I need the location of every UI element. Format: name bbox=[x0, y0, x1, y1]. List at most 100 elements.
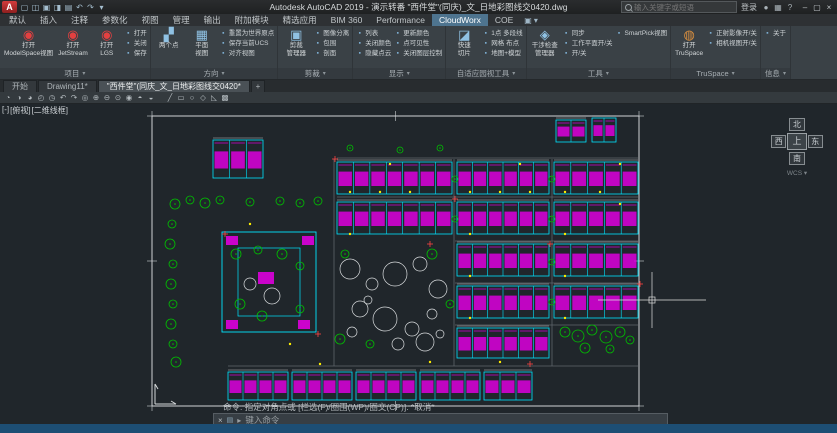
ribbon-small-button[interactable]: ▪工作平面开/关 bbox=[563, 39, 613, 48]
ribbon-small-button[interactable]: ▪更新颜色 bbox=[394, 29, 442, 38]
cw-view-left-icon[interactable]: ◴ bbox=[36, 93, 46, 103]
ribbon-small-button[interactable]: ▪关于 bbox=[764, 29, 786, 38]
help-icon[interactable]: ? bbox=[785, 3, 795, 12]
ribbon-large-button[interactable]: ◍打开TruSpace bbox=[674, 27, 704, 57]
viewcube-east[interactable]: 东 bbox=[808, 135, 823, 148]
panel-dropdown-icon[interactable]: ▾ bbox=[512, 70, 515, 77]
viewcube[interactable]: 北 西 上 东 南 WCS ▾ bbox=[771, 116, 823, 177]
cw-up-icon[interactable]: ◓ bbox=[135, 93, 145, 103]
ribbon-small-button[interactable]: ▪隐藏点云 bbox=[356, 49, 391, 58]
ribbon-small-button[interactable]: ▪开/关 bbox=[563, 49, 613, 58]
ribbon-small-button[interactable]: ▪包围 bbox=[314, 39, 349, 48]
cw-view-top-icon[interactable]: ◔ bbox=[3, 93, 13, 103]
viewport-control[interactable]: [二维线框] bbox=[32, 105, 68, 116]
viewport-control[interactable]: [-] bbox=[2, 105, 9, 116]
file-tab[interactable]: Drawing11* bbox=[38, 80, 97, 92]
ribbon-large-button[interactable]: ▦平面视图 bbox=[187, 27, 217, 57]
ribbon-small-button[interactable]: ▪相机视图开/关 bbox=[707, 39, 757, 48]
ribbon-tab[interactable]: COE bbox=[488, 14, 520, 26]
panel-dropdown-icon[interactable]: ▾ bbox=[323, 70, 326, 77]
ribbon-tab[interactable]: 附加模块 bbox=[228, 14, 276, 26]
plot-icon[interactable]: ▤ bbox=[63, 3, 74, 12]
open-file-icon[interactable]: ◫ bbox=[30, 3, 41, 12]
cw-view-front-icon[interactable]: ◑ bbox=[14, 93, 24, 103]
ribbon-tab[interactable]: 精选应用 bbox=[276, 14, 324, 26]
ribbon-small-button[interactable]: ▪图像分离 bbox=[314, 29, 349, 38]
ribbon-small-button[interactable]: ▪保存当前UCS bbox=[220, 39, 275, 48]
ribbon-small-button[interactable]: ▪网格 布点 bbox=[482, 39, 522, 48]
cw-add-cloud-icon[interactable]: ⊕ bbox=[91, 93, 101, 103]
command-bar[interactable]: × ▤ ▸ 键入命令 bbox=[213, 413, 668, 424]
ribbon-small-button[interactable]: ▪关闭图层控制 bbox=[394, 49, 442, 58]
redo-icon[interactable]: ↷ bbox=[85, 3, 96, 12]
ribbon-small-button[interactable]: ▪正射影像开/关 bbox=[707, 29, 757, 38]
save-icon[interactable]: ▣ bbox=[41, 3, 52, 12]
viewcube-north[interactable]: 北 bbox=[789, 118, 805, 131]
ribbon-display-toggle-icon[interactable]: ▣ bbox=[524, 16, 532, 25]
ribbon-small-button[interactable]: ▪关闭 bbox=[125, 39, 147, 48]
command-customize-icon[interactable]: ▤ bbox=[227, 416, 234, 424]
ribbon-large-button[interactable]: ◪快速切片 bbox=[449, 27, 479, 57]
ribbon-tab[interactable]: 视图 bbox=[135, 14, 166, 26]
ribbon-large-button[interactable]: ▣剪裁管理器 bbox=[281, 27, 311, 57]
ribbon-small-button[interactable]: ▪打开 bbox=[125, 29, 147, 38]
apps-icon[interactable]: ▦ bbox=[773, 3, 783, 12]
drawing-canvas[interactable]: [-][俯视][二维线框] 北 西 上 东 南 WCS ▾ 命令: 指定对角点或… bbox=[0, 104, 837, 424]
ribbon-large-button[interactable]: ◉打开ModelSpace视图 bbox=[3, 27, 54, 57]
viewcube-south[interactable]: 南 bbox=[789, 152, 805, 165]
ribbon-small-button[interactable]: ▪保存 bbox=[125, 49, 147, 58]
draw-line-icon[interactable]: ╱ bbox=[165, 93, 175, 103]
ribbon-small-button[interactable]: ▪关闭颜色 bbox=[356, 39, 391, 48]
cw-rotate-left-icon[interactable]: ↶ bbox=[58, 93, 68, 103]
search-input[interactable] bbox=[634, 3, 724, 12]
panel-dropdown-icon[interactable]: ▾ bbox=[783, 70, 786, 77]
ribbon-small-button[interactable]: ▪重置为世界原点 bbox=[220, 29, 275, 38]
ribbon-small-button[interactable]: ▪对齐视图 bbox=[220, 49, 275, 58]
search-box[interactable] bbox=[621, 1, 737, 13]
ribbon-tab[interactable]: 注释 bbox=[64, 14, 95, 26]
undo-icon[interactable]: ↶ bbox=[74, 3, 85, 12]
cw-center-icon[interactable]: ⊙ bbox=[113, 93, 123, 103]
cw-down-icon[interactable]: ◒ bbox=[146, 93, 156, 103]
ribbon-small-button[interactable]: ▪1点 多段线 bbox=[482, 29, 522, 38]
ribbon-tab[interactable]: 插入 bbox=[33, 14, 64, 26]
close-button[interactable]: × bbox=[823, 3, 835, 12]
file-tab[interactable]: "西件堂"(同庆_文_日地彩图线交0420* bbox=[98, 80, 250, 92]
command-input[interactable]: 键入命令 bbox=[245, 414, 279, 424]
panel-dropdown-icon[interactable]: ▾ bbox=[222, 70, 225, 77]
new-tab-button[interactable]: + bbox=[251, 80, 265, 92]
cw-view-right-icon[interactable]: ◷ bbox=[47, 93, 57, 103]
user-icon[interactable]: ● bbox=[761, 3, 771, 12]
ribbon-tab[interactable]: CloudWorx bbox=[432, 14, 488, 26]
ribbon-small-button[interactable]: ▪地图+模型 bbox=[482, 49, 522, 58]
ribbon-large-button[interactable]: ◉打开JetStream bbox=[57, 27, 89, 57]
ribbon-small-button[interactable]: ▪同步 bbox=[563, 29, 613, 38]
ribbon-large-button[interactable]: ◈干涉检查管理器 bbox=[530, 27, 560, 57]
cw-view-back-icon[interactable]: ◕ bbox=[25, 93, 35, 103]
ribbon-small-button[interactable]: ▪列表 bbox=[356, 29, 391, 38]
cw-point-icon[interactable]: ◉ bbox=[124, 93, 134, 103]
cw-target-icon[interactable]: ◎ bbox=[80, 93, 90, 103]
ribbon-tab[interactable]: BIM 360 bbox=[324, 14, 370, 26]
ribbon-small-button[interactable]: ▪SmartPick视图 bbox=[616, 29, 668, 38]
ribbon-small-button[interactable]: ▪剖面 bbox=[314, 49, 349, 58]
ribbon-tab[interactable]: 参数化 bbox=[95, 14, 135, 26]
settings-icon[interactable]: ▩ bbox=[220, 93, 230, 103]
maximize-button[interactable]: ▢ bbox=[811, 3, 823, 12]
cw-rotate-right-icon[interactable]: ↷ bbox=[69, 93, 79, 103]
sign-in-button[interactable]: 登录 bbox=[741, 2, 757, 13]
ribbon-tab[interactable]: 管理 bbox=[166, 14, 197, 26]
viewcube-top[interactable]: 上 bbox=[787, 133, 806, 150]
ribbon-large-button[interactable]: ▞两个点 bbox=[154, 27, 184, 50]
measure-icon[interactable]: ◺ bbox=[209, 93, 219, 103]
command-close-button[interactable]: × bbox=[218, 416, 223, 425]
file-tab[interactable]: 开始 bbox=[3, 80, 37, 92]
panel-dropdown-icon[interactable]: ▾ bbox=[606, 70, 609, 77]
panel-dropdown-icon[interactable]: ▾ bbox=[732, 70, 735, 77]
ribbon-options-dropdown-icon[interactable]: ▾ bbox=[534, 16, 538, 25]
ribbon-tab[interactable]: 默认 bbox=[2, 14, 33, 26]
ribbon-large-button[interactable]: ◉打开LGS bbox=[92, 27, 122, 57]
draw-rect-icon[interactable]: ▭ bbox=[176, 93, 186, 103]
ribbon-tab[interactable]: Performance bbox=[369, 14, 432, 26]
viewcube-west[interactable]: 西 bbox=[771, 135, 786, 148]
